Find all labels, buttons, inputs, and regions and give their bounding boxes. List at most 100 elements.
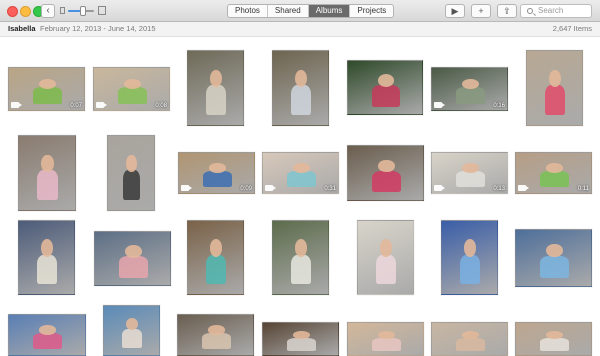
- photo-thumbnail[interactable]: [272, 50, 329, 126]
- video-thumbnail[interactable]: 0:31: [262, 152, 339, 194]
- subject-figure: [41, 154, 54, 173]
- album-title: Isabella: [8, 24, 36, 33]
- subject-clothing: [372, 337, 401, 351]
- photo-thumbnail[interactable]: [18, 135, 76, 211]
- plus-icon: +: [478, 6, 484, 16]
- subject-figure: [546, 163, 563, 173]
- subject-figure: [125, 245, 142, 258]
- subject-clothing: [540, 255, 569, 279]
- photo-thumbnail[interactable]: [357, 220, 414, 295]
- tab-photos[interactable]: Photos: [228, 5, 268, 17]
- photo-thumbnail[interactable]: [347, 60, 423, 115]
- subject-clothing: [371, 85, 400, 107]
- photo-thumbnail[interactable]: [187, 50, 244, 126]
- video-camera-icon: [96, 102, 107, 108]
- subject-clothing: [540, 171, 569, 188]
- video-duration: 0:08: [155, 103, 167, 109]
- subject-clothing: [121, 328, 143, 349]
- subject-clothing: [459, 254, 481, 284]
- subject-figure: [39, 325, 57, 335]
- video-thumbnail[interactable]: 0:07: [8, 67, 85, 111]
- photo-thumbnail[interactable]: [347, 322, 424, 356]
- subject-clothing: [205, 85, 227, 115]
- video-thumbnail[interactable]: 0:09: [178, 152, 255, 194]
- subject-clothing: [287, 337, 316, 351]
- subject-clothing: [287, 171, 316, 188]
- video-thumbnail[interactable]: 0:16: [431, 67, 508, 111]
- subject-clothing: [122, 170, 141, 200]
- video-thumbnail[interactable]: 0:13: [431, 152, 508, 194]
- subject-figure: [377, 74, 394, 87]
- photo-thumbnail[interactable]: [94, 231, 171, 286]
- video-duration: 0:16: [493, 103, 505, 109]
- subject-figure: [209, 163, 226, 173]
- video-camera-icon: [11, 102, 22, 108]
- subject-figure: [546, 331, 563, 339]
- back-button[interactable]: ‹: [41, 4, 55, 18]
- photo-thumbnail[interactable]: [272, 220, 329, 295]
- photo-thumbnail[interactable]: [526, 50, 583, 126]
- photo-thumbnail[interactable]: [441, 220, 498, 295]
- album-date-range: February 12, 2013 - June 14, 2015: [40, 24, 156, 33]
- subject-figure: [39, 78, 56, 89]
- subject-clothing: [544, 85, 566, 115]
- photo-thumbnail[interactable]: [431, 322, 508, 356]
- photo-thumbnail[interactable]: [103, 305, 160, 356]
- subject-figure: [295, 239, 308, 257]
- subject-clothing: [375, 254, 397, 284]
- tab-projects[interactable]: Projects: [350, 5, 393, 17]
- subject-clothing: [202, 333, 231, 350]
- share-icon: ⇪: [503, 6, 511, 16]
- subject-clothing: [33, 87, 62, 105]
- video-duration: 0:09: [240, 186, 252, 192]
- subject-clothing: [205, 254, 227, 284]
- photo-thumbnail[interactable]: [262, 322, 339, 356]
- slideshow-play-button[interactable]: ▶: [445, 4, 465, 18]
- photo-grid: 0:07 0:08 0:16 0:09 0:31 0:13 0:11: [0, 37, 600, 356]
- video-camera-icon: [181, 185, 192, 191]
- subject-clothing: [372, 170, 401, 193]
- video-duration: 0:07: [70, 103, 82, 109]
- view-tabs: Photos Shared Albums Projects: [227, 4, 395, 18]
- photo-thumbnail[interactable]: [347, 145, 424, 201]
- subject-clothing: [36, 170, 59, 200]
- video-camera-icon: [434, 102, 445, 108]
- minimize-window-button[interactable]: [20, 6, 31, 17]
- video-duration: 0:31: [324, 186, 336, 192]
- subject-clothing: [290, 254, 312, 284]
- subject-clothing: [33, 333, 63, 350]
- search-placeholder: Search: [538, 6, 564, 15]
- close-window-button[interactable]: [7, 6, 18, 17]
- photo-thumbnail[interactable]: [107, 135, 155, 211]
- tab-albums[interactable]: Albums: [308, 5, 351, 17]
- tab-shared[interactable]: Shared: [268, 5, 309, 17]
- subject-figure: [293, 331, 310, 339]
- photo-thumbnail[interactable]: [8, 314, 86, 356]
- video-camera-icon: [265, 185, 276, 191]
- photo-thumbnail[interactable]: [515, 322, 592, 356]
- add-button[interactable]: +: [471, 4, 491, 18]
- subject-figure: [546, 244, 563, 258]
- subject-clothing: [118, 87, 147, 105]
- video-camera-icon: [434, 185, 445, 191]
- subject-clothing: [456, 171, 485, 188]
- subject-clothing: [456, 337, 485, 351]
- video-camera-icon: [518, 185, 529, 191]
- photo-thumbnail[interactable]: [177, 314, 254, 356]
- search-field[interactable]: Search: [520, 4, 592, 18]
- window-toolbar: ‹ Photos Shared Albums Projects ▶ + ⇪ Se…: [0, 0, 600, 22]
- play-icon: ▶: [451, 6, 459, 16]
- subject-figure: [41, 239, 54, 257]
- photo-thumbnail[interactable]: [515, 229, 592, 287]
- share-button[interactable]: ⇪: [497, 4, 517, 18]
- zoom-slider-knob[interactable]: [80, 6, 86, 16]
- photo-thumbnail[interactable]: [187, 220, 244, 295]
- video-thumbnail[interactable]: 0:08: [93, 67, 170, 111]
- subject-figure: [208, 325, 225, 335]
- video-duration: 0:13: [493, 186, 505, 192]
- subject-clothing: [456, 87, 485, 105]
- video-thumbnail[interactable]: 0:11: [515, 152, 592, 194]
- subject-figure: [378, 331, 395, 339]
- subject-figure: [464, 239, 477, 257]
- photo-thumbnail[interactable]: [18, 220, 75, 295]
